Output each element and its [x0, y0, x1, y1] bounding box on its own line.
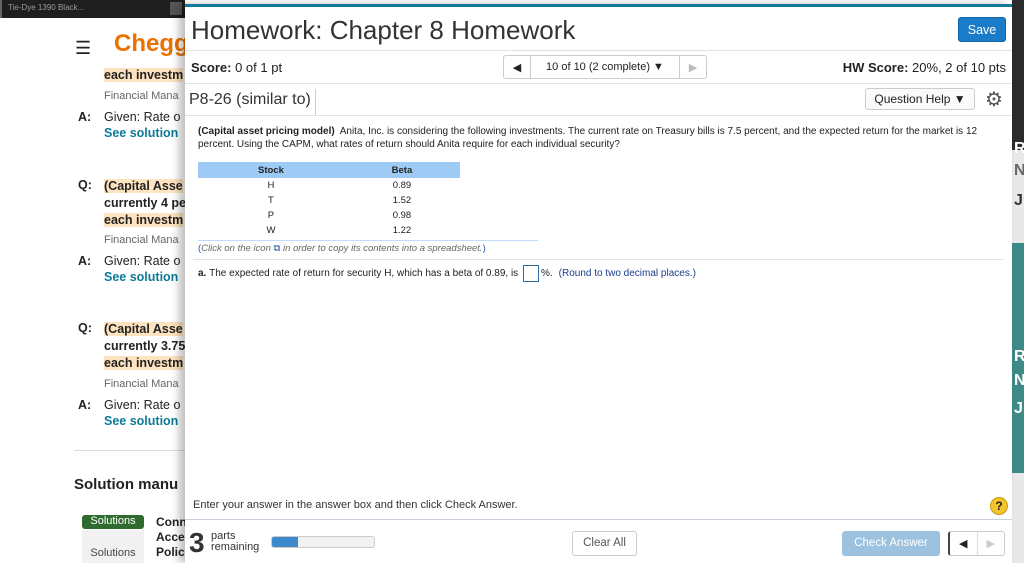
question-line[interactable]: (Capital Asse [104, 179, 183, 193]
score: Score: 0 of 1 pt [191, 60, 283, 75]
answer-label: A: [78, 254, 92, 268]
prev-question-button[interactable]: ◀ [504, 56, 530, 78]
see-solution-link[interactable]: See solution [104, 126, 178, 140]
answer-label: A: [78, 398, 92, 412]
menu-icon[interactable]: ☰ [75, 38, 91, 59]
part-nav: ◀ ▶ [948, 531, 1005, 556]
source-text: Financial Mana [104, 378, 179, 390]
answer-text: Given: Rate o [104, 398, 181, 412]
answer-input[interactable] [522, 265, 539, 282]
question-pager: ◀ 10 of 10 (2 complete) ▼ ▶ [503, 55, 707, 79]
answer-text: Given: Rate o [104, 254, 181, 268]
prev-part-button[interactable]: ◀ [950, 532, 977, 555]
question-line[interactable]: (Capital Asse [104, 322, 183, 336]
gear-icon[interactable]: ⚙ [985, 87, 1003, 112]
section-heading: Solution manu [74, 476, 179, 493]
tab-icon [170, 2, 182, 15]
question-line[interactable]: currently 3.75 [104, 339, 185, 353]
question-text[interactable]: each investm [104, 68, 184, 82]
see-solution-link[interactable]: See solution [104, 270, 178, 284]
table-row: H 0.89 [267, 180, 412, 191]
problem-id: P8-26 (similar to) [189, 89, 316, 115]
part-a: a. The expected rate of return for secur… [198, 265, 696, 282]
solutions-tab[interactable]: Solutions [82, 530, 144, 563]
copy-note: (Click on the icon ⧉ in order to copy it… [198, 240, 538, 254]
question-help-button[interactable]: Question Help ▼ [865, 88, 975, 110]
question-text: (Capital asset pricing model) Anita, Inc… [198, 126, 978, 150]
table-row: P 0.98 [267, 210, 412, 221]
question-line[interactable]: each investm [104, 356, 184, 370]
save-button[interactable]: Save [958, 17, 1006, 42]
instructions: Enter your answer in the answer box and … [193, 499, 518, 511]
data-table: Stock Beta H 0.89 T 1.52 P 0.98 W 1.22 [198, 162, 460, 238]
chegg-logo[interactable]: Chegg [114, 30, 185, 58]
browser-tab[interactable]: Tie-Dye 1390 Black... [0, 0, 185, 18]
background-page: ☰ Chegg each investm Financial Mana A: G… [0, 18, 185, 563]
table-row: W 1.22 [266, 225, 412, 236]
copy-spreadsheet-icon[interactable]: ⧉ [274, 243, 281, 254]
hw-score: HW Score: 20%, 2 of 10 pts [842, 60, 1006, 75]
side-text: Conn [156, 515, 185, 529]
next-part-button[interactable]: ▶ [976, 532, 1005, 555]
tab-title: Tie-Dye 1390 Black... [8, 3, 85, 12]
source-text: Financial Mana [104, 90, 179, 102]
solutions-tab[interactable]: Solutions [82, 515, 144, 529]
see-solution-link[interactable]: See solution [104, 414, 178, 428]
question-label: Q: [78, 178, 92, 192]
divider [74, 450, 185, 451]
next-question-button[interactable]: ▶ [680, 56, 706, 78]
page-title: Homework: Chapter 8 Homework [191, 15, 576, 45]
help-icon[interactable]: ? [990, 497, 1008, 515]
table-row: T 1.52 [268, 195, 412, 206]
check-answer-button[interactable]: Check Answer [842, 531, 940, 556]
homework-modal: Homework: Chapter 8 Homework Save Score:… [185, 4, 1012, 563]
side-text: Polic [156, 545, 185, 559]
answer-label: A: [78, 110, 92, 124]
source-text: Financial Mana [104, 234, 179, 246]
parts-progress-bar [271, 536, 375, 548]
parts-count: 3 [189, 527, 205, 558]
clear-all-button[interactable]: Clear All [572, 531, 637, 556]
question-line[interactable]: currently 4 pe [104, 196, 185, 210]
question-line[interactable]: each investm [104, 213, 184, 227]
side-text: Acce [156, 530, 185, 544]
answer-text: Given: Rate o [104, 110, 181, 124]
question-label: Q: [78, 321, 92, 335]
question-select[interactable]: 10 of 10 (2 complete) ▼ [530, 56, 680, 78]
background-right-strip: R N J R N J [1012, 0, 1024, 563]
parts-remaining: parts remaining [211, 530, 260, 553]
